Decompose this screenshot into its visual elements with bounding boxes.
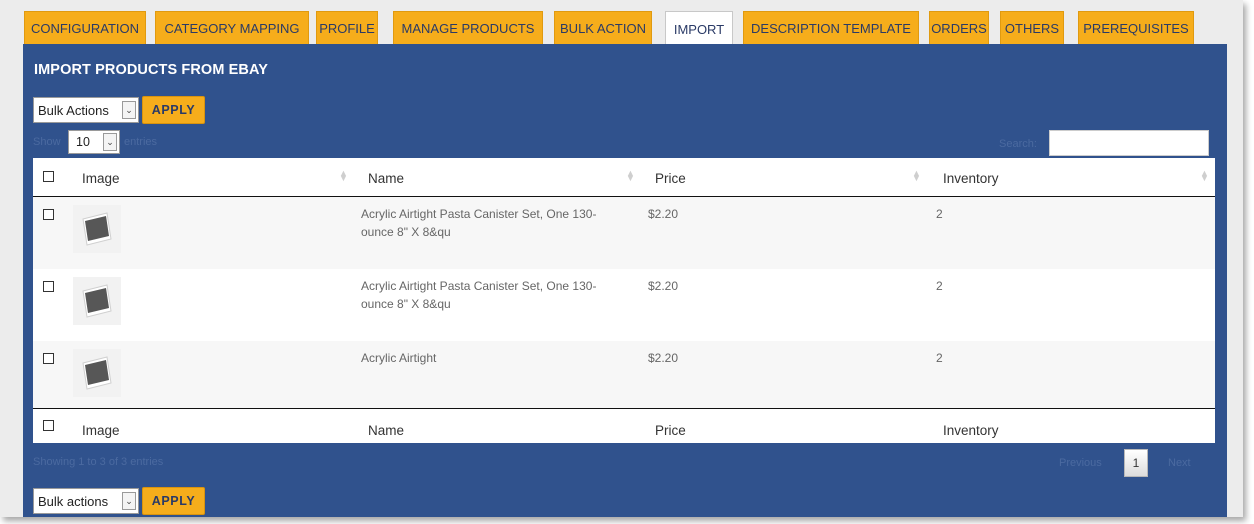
sort-icon: ▲ ▼ — [626, 168, 635, 183]
row-checkbox[interactable] — [43, 281, 54, 292]
panel-title: IMPORT PRODUCTS FROM EBAY — [34, 62, 268, 78]
products-table: Image ▲ ▼ Name ▲ ▼ Price ▲ ▼ Inventory ▲ ▼ A… — [33, 158, 1215, 443]
previous-page-button[interactable]: Previous — [1059, 457, 1102, 469]
tab-import[interactable]: IMPORT — [665, 11, 733, 46]
column-header-name[interactable]: Name — [368, 171, 404, 186]
import-panel: IMPORT PRODUCTS FROM EBAY Bulk Actions ⌄… — [23, 44, 1227, 517]
tab-configuration[interactable]: CONFIGURATION — [24, 11, 146, 45]
column-header-image[interactable]: Image — [82, 171, 120, 186]
product-name: Acrylic Airtight Pasta Canister Set, One… — [361, 207, 597, 239]
product-price: $2.20 — [648, 351, 679, 365]
apply-button-top[interactable]: APPLY — [142, 96, 205, 124]
tab-description-template[interactable]: DESCRIPTION TEMPLATE — [743, 11, 919, 45]
tab-category-mapping[interactable]: CATEGORY MAPPING — [155, 11, 309, 45]
column-footer-name: Name — [368, 423, 405, 438]
product-inventory: 2 — [936, 279, 943, 293]
show-label: Show — [33, 136, 61, 148]
column-footer-image: Image — [82, 423, 120, 438]
table-row: Acrylic Airtight $2.20 2 — [33, 341, 1215, 408]
tab-orders[interactable]: ORDERS — [929, 11, 989, 45]
tab-manage-products[interactable]: MANAGE PRODUCTS — [393, 11, 543, 45]
select-all-checkbox[interactable] — [43, 171, 54, 182]
product-image — [73, 205, 121, 253]
chevron-down-icon: ⌄ — [103, 133, 117, 151]
select-all-checkbox-footer[interactable] — [43, 420, 54, 431]
product-inventory: 2 — [936, 351, 943, 365]
table-info: Showing 1 to 3 of 3 entries — [33, 456, 164, 468]
search-label: Search: — [999, 138, 1037, 150]
product-price: $2.20 — [648, 279, 679, 293]
column-header-inventory[interactable]: Inventory — [943, 171, 999, 186]
table-header: Image ▲ ▼ Name ▲ ▼ Price ▲ ▼ Inventory ▲ ▼ — [33, 158, 1215, 196]
sort-icon: ▲ ▼ — [912, 168, 921, 183]
column-footer-price: Price — [655, 423, 686, 438]
entries-length-select[interactable]: 10 ⌄ — [68, 130, 120, 154]
sort-icon: ▲ ▼ — [339, 168, 348, 183]
chevron-down-icon: ⌄ — [122, 492, 136, 510]
search-input[interactable] — [1049, 130, 1209, 156]
tab-prerequisites[interactable]: PREREQUISITES — [1078, 11, 1194, 45]
bulk-actions-select-top[interactable]: Bulk Actions ⌄ — [33, 97, 139, 123]
product-name: Acrylic Airtight — [361, 351, 437, 365]
bulk-actions-select-bottom[interactable]: Bulk actions ⌄ — [33, 488, 139, 514]
tab-profile[interactable]: PROFILE — [316, 11, 378, 45]
photo-icon — [82, 284, 112, 318]
column-header-price[interactable]: Price — [655, 171, 686, 186]
app-frame: CONFIGURATION CATEGORY MAPPING PROFILE M… — [0, 0, 1243, 517]
row-checkbox[interactable] — [43, 353, 54, 364]
apply-button-bottom[interactable]: APPLY — [142, 487, 205, 515]
photo-icon — [82, 356, 112, 390]
product-inventory: 2 — [936, 207, 943, 221]
column-footer-inventory: Inventory — [943, 423, 999, 438]
table-footer: Image Name Price Inventory — [33, 409, 1215, 443]
product-price: $2.20 — [648, 207, 679, 221]
tab-bulk-action[interactable]: BULK ACTION — [554, 11, 652, 45]
entries-label: entries — [124, 136, 158, 148]
page-1-button[interactable]: 1 — [1124, 449, 1148, 477]
product-image — [73, 277, 121, 325]
chevron-down-icon: ⌄ — [122, 101, 136, 119]
product-image — [73, 349, 121, 397]
next-page-button[interactable]: Next — [1168, 457, 1191, 469]
row-checkbox[interactable] — [43, 209, 54, 220]
sort-icon: ▲ ▼ — [1200, 168, 1209, 183]
table-row: Acrylic Airtight Pasta Canister Set, One… — [33, 197, 1215, 269]
tab-bar: CONFIGURATION CATEGORY MAPPING PROFILE M… — [24, 11, 1224, 46]
table-row: Acrylic Airtight Pasta Canister Set, One… — [33, 269, 1215, 341]
tab-others[interactable]: OTHERS — [1000, 11, 1064, 45]
product-name: Acrylic Airtight Pasta Canister Set, One… — [361, 279, 597, 311]
photo-icon — [82, 212, 112, 246]
